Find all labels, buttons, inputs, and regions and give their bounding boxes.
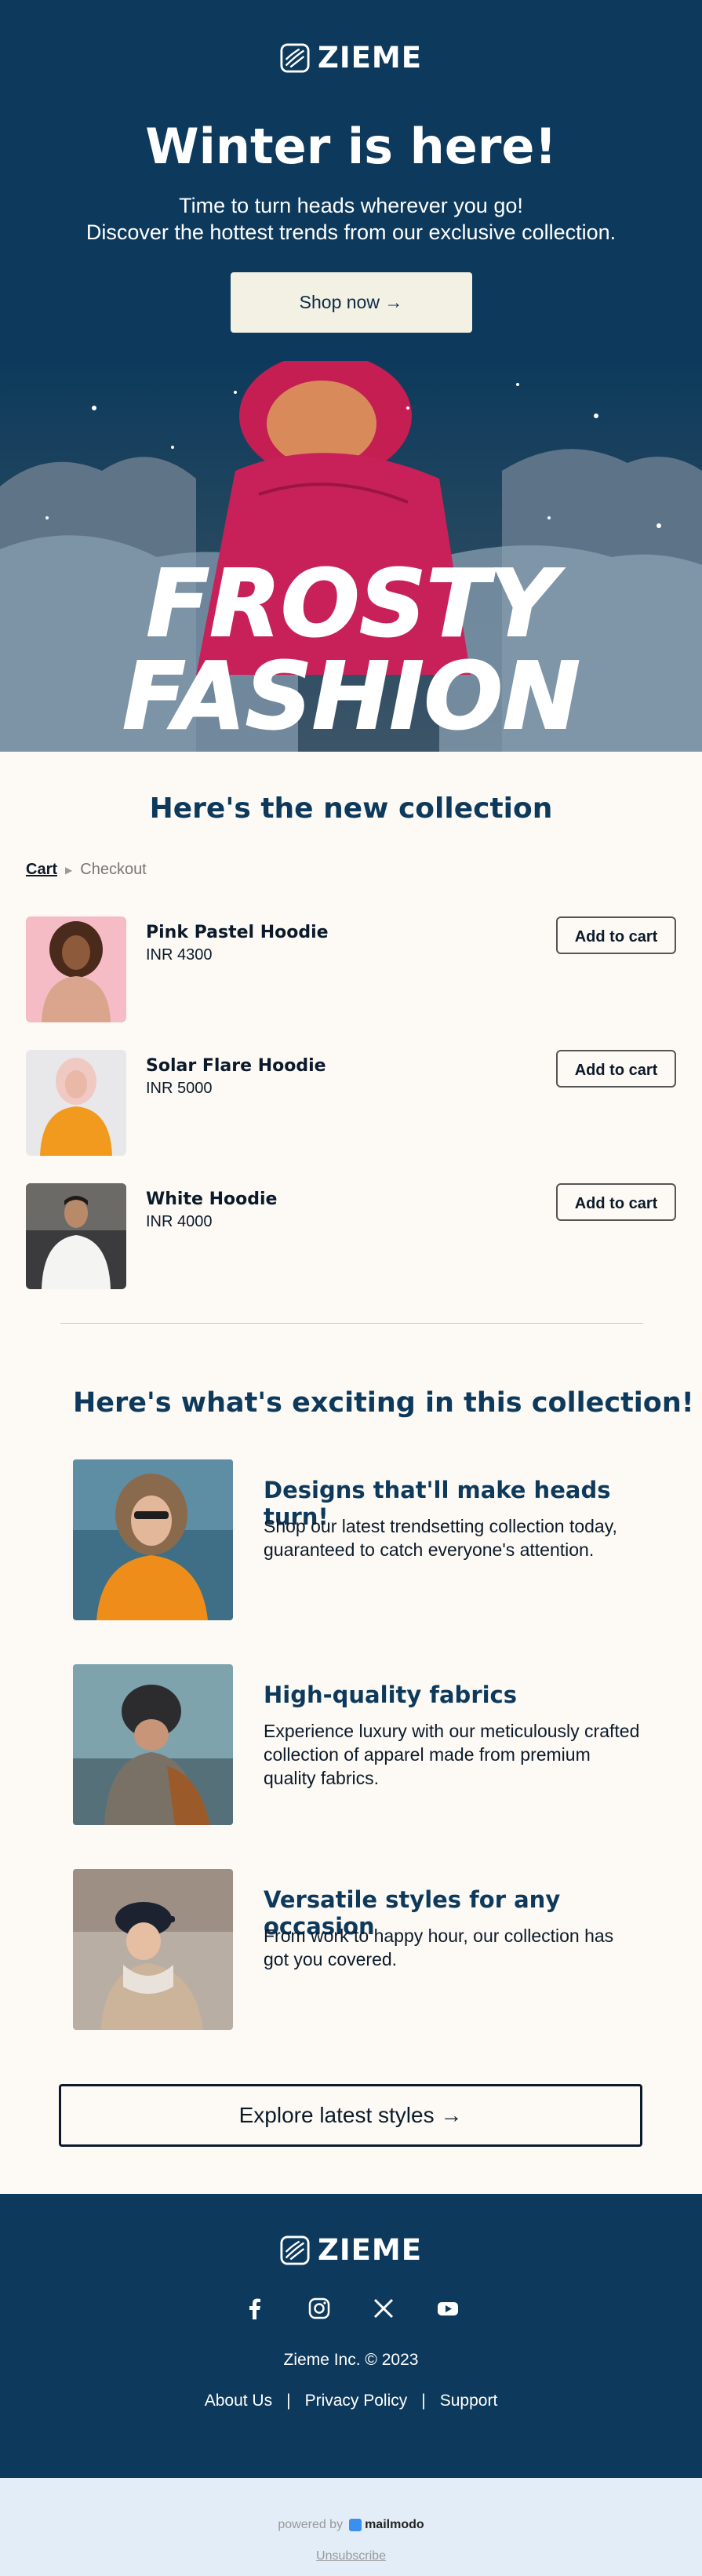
product-image[interactable]	[26, 1183, 126, 1289]
support-link[interactable]: Support	[440, 2392, 498, 2410]
brand-mark-icon	[280, 42, 310, 73]
powered-by: powered by mailmodo	[0, 2518, 702, 2532]
feature-title: High-quality fabrics	[264, 1682, 518, 1708]
unsubscribe-link[interactable]: Unsubscribe	[0, 2549, 702, 2563]
exciting-section-title: Here's what's exciting in this collectio…	[73, 1387, 694, 1419]
email-page: ZIEME Winter is here! Time to turn heads…	[0, 0, 702, 2576]
copyright-text: Zieme Inc. © 2023	[283, 2350, 419, 2369]
powered-by-label: powered by	[278, 2518, 344, 2531]
feature-description: From work to happy hour, our collection …	[264, 1926, 614, 1969]
explore-styles-button[interactable]: Explore latest styles →	[59, 2084, 642, 2147]
shop-now-button[interactable]: Shop now →	[230, 271, 472, 333]
hero-subtitle: Time to turn heads wherever you go! Disc…	[0, 192, 702, 246]
product-image[interactable]	[26, 1050, 126, 1156]
footer-links: About Us | Privacy Policy | Support	[0, 2392, 702, 2410]
hero-section: ZIEME Winter is here! Time to turn heads…	[0, 0, 702, 752]
product-price: INR 4300	[146, 946, 213, 964]
feature-item: High-quality fabrics Experience luxury w…	[73, 1664, 640, 1825]
feature-item: Versatile styles for any occasion From w…	[73, 1869, 638, 2030]
collection-title: Here's the new collection	[149, 792, 553, 825]
feature-description: Experience luxury with our meticulously …	[264, 1721, 640, 1788]
product-name: Solar Flare Hoodie	[146, 1056, 326, 1076]
product-name: Pink Pastel Hoodie	[146, 923, 329, 942]
footer: ZIEME Zieme Inc. © 2023 About Us | Priva…	[0, 2194, 702, 2478]
bottom-bar: powered by mailmodo Unsubscribe	[0, 2478, 702, 2576]
footer-separator: |	[286, 2391, 291, 2410]
footer-brand-logo[interactable]: ZIEME	[280, 2233, 422, 2267]
feature-image	[73, 1459, 233, 1620]
hero-subtitle-line-1: Time to turn heads wherever you go!	[179, 193, 523, 217]
feature-image	[73, 1664, 233, 1825]
product-card: Solar Flare Hoodie INR 5000 Add to cart	[26, 1050, 676, 1156]
social-links	[0, 2296, 702, 2321]
section-divider	[60, 1323, 643, 1324]
hero-subtitle-line-2: Discover the hottest trends from our exc…	[85, 220, 617, 244]
add-to-cart-button[interactable]: Add to cart	[556, 1050, 676, 1088]
frosty-fashion-banner: FROSTY FASHION	[0, 548, 702, 752]
privacy-policy-link[interactable]: Privacy Policy	[305, 2392, 408, 2410]
facebook-icon[interactable]	[242, 2296, 267, 2321]
brand-mark-icon	[280, 2235, 310, 2265]
x-icon[interactable]	[371, 2296, 396, 2321]
product-card: White Hoodie INR 4000 Add to cart	[26, 1183, 676, 1289]
product-card: Pink Pastel Hoodie INR 4300 Add to cart	[26, 916, 676, 1022]
add-to-cart-button[interactable]: Add to cart	[556, 1183, 676, 1221]
add-to-cart-button[interactable]: Add to cart	[556, 916, 676, 954]
instagram-icon[interactable]	[307, 2296, 332, 2321]
hero-title: Winter is here!	[145, 117, 557, 175]
product-price: INR 5000	[146, 1080, 213, 1097]
product-name: White Hoodie	[146, 1190, 278, 1209]
product-price: INR 4000	[146, 1213, 213, 1230]
about-us-link[interactable]: About Us	[205, 2392, 272, 2410]
feature-item: Designs that'll make heads turn! Shop ou…	[73, 1459, 638, 1620]
feature-description: Shop our latest trendsetting collection …	[264, 1516, 617, 1560]
brand-logo[interactable]: ZIEME	[280, 41, 422, 75]
hero-header: ZIEME Winter is here! Time to turn heads…	[0, 0, 702, 333]
brand-name: ZIEME	[318, 41, 422, 75]
breadcrumb-checkout[interactable]: Checkout	[80, 861, 147, 879]
mailmodo-name: mailmodo	[365, 2518, 424, 2531]
mailmodo-logo[interactable]: mailmodo	[349, 2518, 424, 2532]
youtube-icon[interactable]	[435, 2296, 460, 2321]
breadcrumb-arrow-icon: ▶	[65, 864, 73, 876]
feature-image	[73, 1869, 233, 2030]
breadcrumb: Cart ▶ Checkout	[26, 861, 147, 879]
mailmodo-icon	[349, 2519, 362, 2531]
product-image[interactable]	[26, 916, 126, 1022]
banner-text-fashion: FASHION	[122, 642, 580, 750]
footer-brand-name: ZIEME	[318, 2233, 422, 2267]
footer-separator: |	[421, 2391, 426, 2410]
breadcrumb-cart[interactable]: Cart	[26, 861, 57, 879]
